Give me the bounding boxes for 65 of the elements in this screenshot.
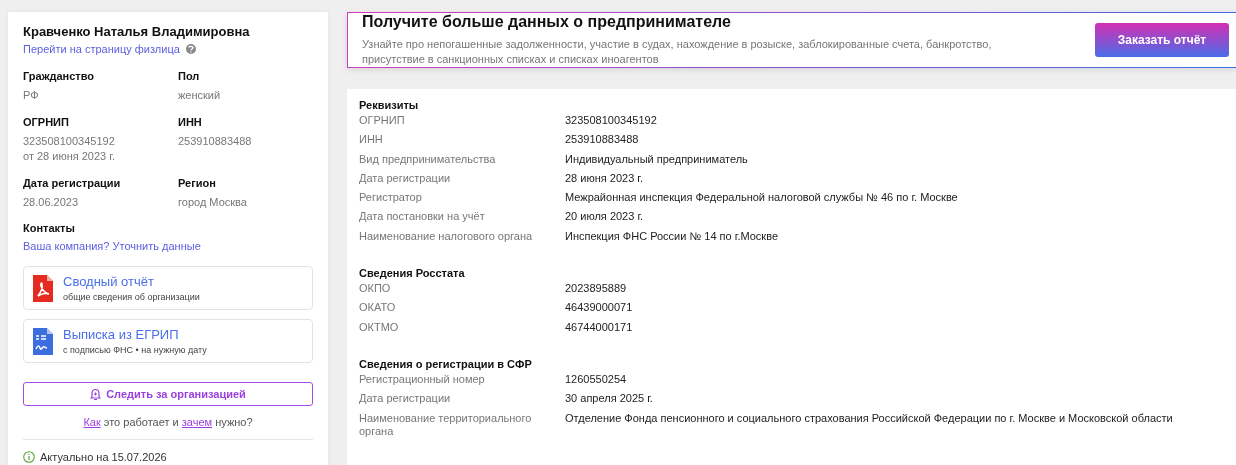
field-label: ОГРНИП	[23, 116, 70, 128]
promo-title: Получите больше данных о предпринимателе	[362, 13, 732, 31]
detail-label: Регистратор	[359, 191, 423, 206]
section-title: Реквизиты	[359, 99, 420, 111]
detail-label: ОГРНИП	[359, 114, 406, 128]
field-value: 28.06.2023	[23, 195, 80, 210]
field-value: РФ	[23, 88, 40, 103]
document-subtitle: с подписью ФНС • на нужную дату	[63, 345, 207, 355]
person-name: Кравченко Наталья Владимировна	[23, 24, 251, 39]
detail-value: 28 июня 2023 г.	[565, 171, 645, 186]
detail-value: 253910883488	[565, 133, 640, 148]
detail-value: 2023895889	[565, 282, 628, 297]
field-label: Регион	[178, 177, 217, 189]
detail-label: Наименование территориального органа	[359, 411, 533, 438]
field-label: Гражданство	[23, 70, 96, 82]
detail-value: 323508100345192	[565, 114, 658, 128]
detail-label: ИНН	[359, 133, 384, 148]
detail-label: Дата регистрации	[359, 392, 452, 407]
detail-label: Регистрационный номер	[359, 372, 486, 387]
detail-value: 30 апреля 2025 г.	[565, 392, 654, 407]
detail-label: Дата регистрации	[359, 171, 452, 186]
field-label: Пол	[178, 70, 201, 82]
detail-value: Отделение Фонда пенсионного и социального страхования Российской Федерации по г. Москве и Московской области	[565, 411, 1174, 426]
profile-link[interactable]: Перейти на страницу физлица	[23, 43, 180, 55]
detail-label: ОКТМО	[359, 320, 400, 335]
document-subtitle: общие сведения об организации	[63, 292, 200, 302]
document-title: Сводный отчёт	[63, 274, 155, 289]
field-value: от 28 июня 2023 г.	[23, 149, 116, 164]
detail-value: 46744000171	[565, 320, 634, 335]
bell-icon	[90, 387, 102, 401]
detail-label: Вид предпринимательства	[359, 152, 497, 167]
detail-value: 1260550254	[565, 372, 628, 387]
field-value: женский	[178, 88, 222, 103]
help-link[interactable]: зачем	[181, 416, 213, 428]
detail-label: ОКПО	[359, 282, 392, 297]
detail-value: Инспекция ФНС России № 14 по г.Москве	[565, 229, 779, 244]
document-title: Выписка из ЕГРИП	[63, 327, 180, 342]
field-value: 253910883488	[178, 134, 253, 149]
field-label: Дата регистрации	[23, 177, 122, 189]
document-card[interactable]: Выписка из ЕГРИП с подписью ФНС • на нужную дату	[23, 319, 313, 363]
order-report-button[interactable]: Заказать отчёт	[1095, 23, 1229, 57]
detail-value: Межрайонная инспекция Федеральной налоговой службы № 46 по г. Москве	[565, 191, 959, 206]
detail-value: 20 июля 2023 г.	[565, 210, 645, 225]
promo-text: Узнайте про непогашенные задолженности, участие в судах, нахождение в розыске, заблокированные счета, банкротство, присутствие в санкционных списках и списках иноагентов	[362, 37, 993, 67]
help-text: Как это работает и зачем нужно?	[23, 416, 313, 440]
help-link[interactable]: Как	[83, 416, 101, 428]
field-value: 323508100345192	[23, 134, 116, 149]
help-icon[interactable]	[185, 44, 196, 54]
detail-label: Наименование налогового органа	[359, 229, 534, 244]
detail-value: Индивидуальный предприниматель	[565, 152, 749, 167]
signed-document-icon	[33, 327, 53, 355]
follow-button[interactable]: Следить за организацией	[23, 382, 313, 406]
detail-label: ОКАТО	[359, 301, 397, 316]
detail-value: 46439000071	[565, 301, 634, 316]
field-label: ИНН	[178, 116, 203, 128]
contacts-label: Контакты	[23, 222, 76, 234]
section-title: Сведения Росстата	[359, 267, 466, 280]
document-card[interactable]: Сводный отчёт общие сведения об организации	[23, 266, 313, 310]
field-value: город Москва	[178, 195, 248, 210]
updated-date: Актуально на 15.07.2026	[40, 451, 167, 463]
info-icon	[23, 451, 35, 463]
pdf-file-icon	[33, 274, 53, 302]
update-data-link[interactable]: Ваша компания? Уточнить данные	[23, 240, 201, 252]
section-title: Сведения о регистрации в СФР	[359, 357, 533, 370]
detail-label: Дата постановки на учёт	[359, 210, 486, 225]
